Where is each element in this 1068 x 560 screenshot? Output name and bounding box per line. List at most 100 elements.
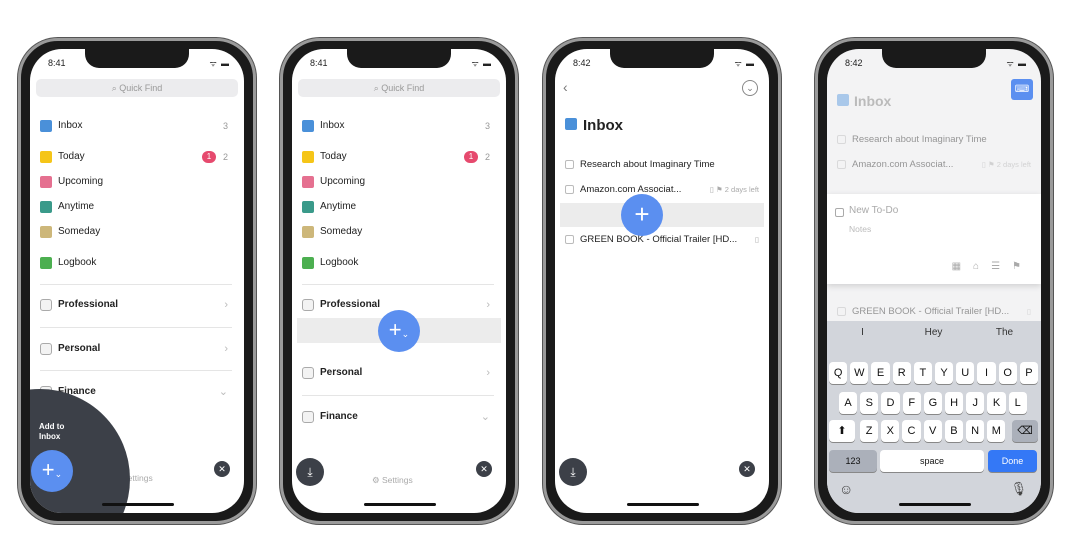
key-a[interactable]: A <box>839 392 858 414</box>
key-b[interactable]: B <box>944 420 963 442</box>
options-button[interactable]: ⌄ <box>742 80 758 96</box>
flag-icon[interactable]: ⚑ <box>1012 261 1033 272</box>
wifi-battery-icon: ᯤ ▬ <box>1006 59 1027 68</box>
key-done[interactable]: Done <box>988 450 1037 472</box>
plus-icon: + <box>388 317 402 342</box>
key-x[interactable]: X <box>881 420 900 442</box>
key-y[interactable]: Y <box>935 362 954 384</box>
chevron-icon: › <box>486 367 490 379</box>
key-r[interactable]: R <box>892 362 911 384</box>
close-button[interactable]: ✕ <box>476 461 492 477</box>
checklist-icon[interactable]: ☰ <box>991 261 1012 272</box>
key-m[interactable]: M <box>987 420 1006 442</box>
key-p[interactable]: P <box>1019 362 1038 384</box>
todo-item[interactable]: Research about Imaginary Time <box>837 132 1033 148</box>
add-button[interactable]: +⌄ <box>31 450 73 492</box>
import-button[interactable]: ⤓ <box>559 458 587 486</box>
new-todo-title-input[interactable]: New To-Do <box>849 205 898 216</box>
sidebar-item-inbox[interactable]: Inbox 3 <box>40 117 232 135</box>
tag-icon[interactable]: ⌂ <box>973 261 991 272</box>
sidebar-item-anytime[interactable]: Anytime <box>302 198 494 216</box>
add-to-inbox-label: Add to Inbox <box>39 422 65 441</box>
todo-item[interactable]: GREEN BOOK - Official Trailer [HD... ▯ <box>837 304 1033 320</box>
home-indicator <box>364 503 436 506</box>
back-button[interactable]: ‹ <box>563 79 568 95</box>
key-f[interactable]: F <box>902 392 921 414</box>
todo-checkbox[interactable] <box>837 135 846 144</box>
sidebar-item-label: Inbox <box>58 120 83 131</box>
emoji-icon[interactable]: ☺ <box>839 481 853 497</box>
suggestion[interactable]: The <box>969 327 1040 338</box>
add-button-dragging[interactable]: +⌄ <box>378 310 420 352</box>
todo-checkbox[interactable] <box>565 235 574 244</box>
add-button-dragging[interactable]: + <box>621 194 663 236</box>
suggestion[interactable]: I <box>827 327 898 338</box>
key-q[interactable]: Q <box>829 362 848 384</box>
sidebar-item-logbook[interactable]: Logbook <box>40 254 232 272</box>
logbook-icon <box>302 257 314 269</box>
sidebar-item-upcoming[interactable]: Upcoming <box>40 173 232 191</box>
backspace-key[interactable]: ⌫ <box>1012 420 1038 442</box>
key-w[interactable]: W <box>850 362 869 384</box>
key-k[interactable]: K <box>987 392 1006 414</box>
key-space[interactable]: space <box>880 450 984 472</box>
sidebar-item-today[interactable]: Today 1 2 <box>40 148 232 166</box>
todo-item[interactable]: Amazon.com Associat... ▯ ⚑ 2 days left <box>837 157 1033 173</box>
sidebar-item-someday[interactable]: Someday <box>302 223 494 241</box>
todo-checkbox[interactable] <box>565 185 574 194</box>
shift-key[interactable]: ⬆ <box>829 420 855 442</box>
todo-item[interactable]: GREEN BOOK - Official Trailer [HD... ▯ <box>565 232 761 248</box>
todo-checkbox[interactable] <box>565 160 574 169</box>
key-h[interactable]: H <box>945 392 964 414</box>
todo-meta: ▯ <box>754 235 759 244</box>
sidebar-item-someday[interactable]: Someday <box>40 223 232 241</box>
area-cube-icon <box>302 411 314 423</box>
sidebar-item-upcoming[interactable]: Upcoming <box>302 173 494 191</box>
area-professional[interactable]: Professional › <box>40 296 232 314</box>
key-s[interactable]: S <box>860 392 879 414</box>
divider <box>40 327 232 328</box>
quick-find-search[interactable]: ⌕ Quick Find <box>298 79 500 97</box>
close-button[interactable]: ✕ <box>214 461 230 477</box>
notes-input[interactable]: Notes <box>849 224 871 234</box>
keyboard-dismiss-button[interactable]: ⌨ <box>1011 79 1033 100</box>
suggestion[interactable]: Hey <box>898 327 969 338</box>
area-finance[interactable]: Finance ⌄ <box>302 408 494 426</box>
key-t[interactable]: T <box>913 362 932 384</box>
close-button[interactable]: ✕ <box>739 461 755 477</box>
microphone-icon[interactable]: 🎙︎ <box>1010 481 1027 497</box>
quick-find-search[interactable]: ⌕ Quick Find <box>36 79 238 97</box>
key-l[interactable]: L <box>1008 392 1027 414</box>
chevron-icon: ⌄ <box>218 386 228 398</box>
todo-item[interactable]: Amazon.com Associat... ▯ ⚑ 2 days left <box>565 182 761 198</box>
calendar-icon[interactable]: ▦ <box>952 261 973 272</box>
key-z[interactable]: Z <box>860 420 879 442</box>
import-button[interactable]: ⤓ <box>296 458 324 486</box>
key-e[interactable]: E <box>871 362 890 384</box>
page-title: Inbox <box>837 93 891 109</box>
key-n[interactable]: N <box>966 420 985 442</box>
key-123[interactable]: 123 <box>829 450 877 472</box>
key-i[interactable]: I <box>977 362 996 384</box>
todo-item[interactable]: Research about Imaginary Time <box>565 157 761 173</box>
phone-3: 8:42 ᯤ ▬ ‹ ⌄ Inbox Research about Imagin… <box>543 38 781 524</box>
calendar-icon <box>40 176 52 188</box>
area-label: Finance <box>320 411 358 422</box>
settings-link[interactable]: ⚙ Settings <box>372 475 413 486</box>
key-o[interactable]: O <box>998 362 1017 384</box>
sidebar-item-today[interactable]: Today 1 2 <box>302 148 494 166</box>
key-j[interactable]: J <box>966 392 985 414</box>
key-g[interactable]: G <box>923 392 942 414</box>
key-u[interactable]: U <box>956 362 975 384</box>
area-personal[interactable]: Personal › <box>40 340 232 358</box>
sidebar-item-anytime[interactable]: Anytime <box>40 198 232 216</box>
area-personal[interactable]: Personal › <box>302 364 494 382</box>
sidebar-item-logbook[interactable]: Logbook <box>302 254 494 272</box>
todo-checkbox[interactable] <box>835 208 844 217</box>
todo-checkbox[interactable] <box>837 307 846 316</box>
sidebar-item-inbox[interactable]: Inbox 3 <box>302 117 494 135</box>
key-v[interactable]: V <box>923 420 942 442</box>
todo-checkbox[interactable] <box>837 160 846 169</box>
key-d[interactable]: D <box>881 392 900 414</box>
key-c[interactable]: C <box>902 420 921 442</box>
